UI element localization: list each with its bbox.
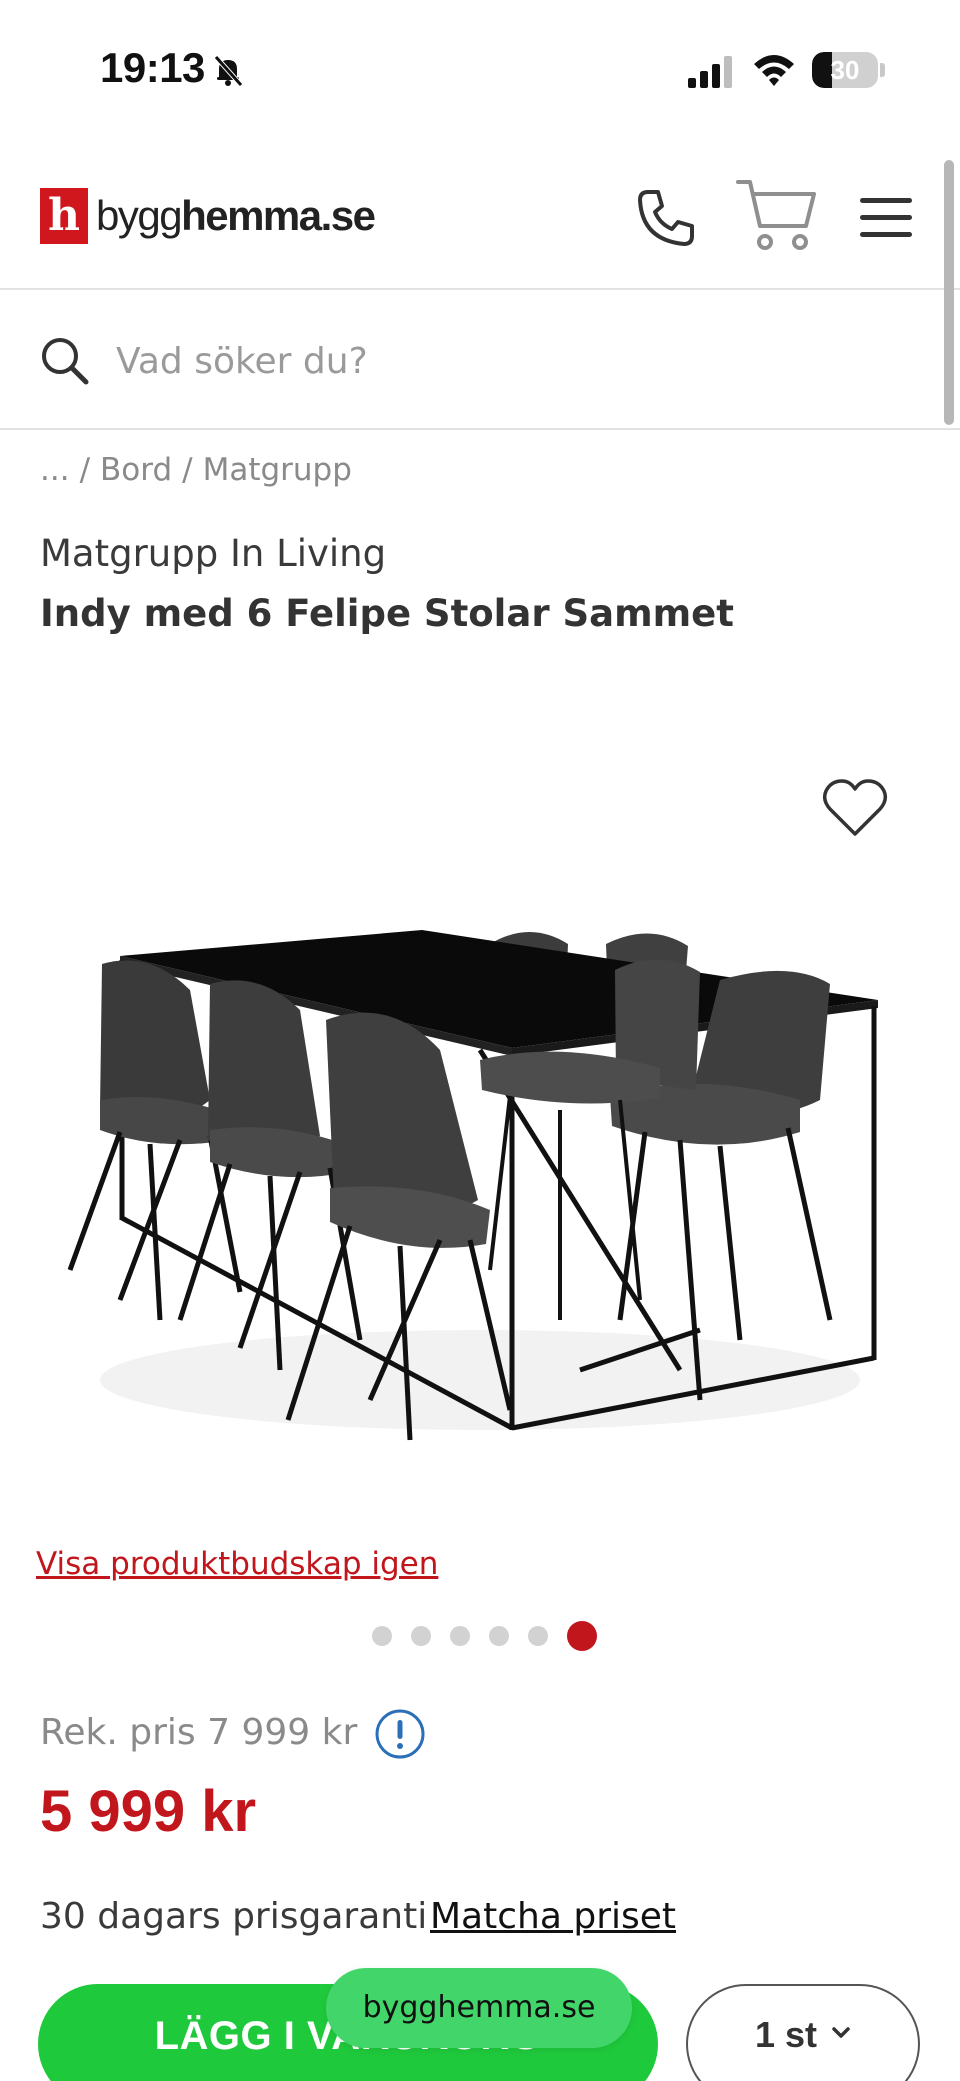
carousel-dot[interactable]: [372, 1626, 392, 1646]
match-price-link[interactable]: Matcha priset: [430, 1896, 676, 1937]
recommended-price: Rek. pris 7 999 kr: [40, 1712, 358, 1753]
breadcrumb-ellipsis[interactable]: ...: [40, 452, 70, 488]
logo-text-suffix: .se: [320, 192, 376, 239]
carousel-dot[interactable]: [411, 1626, 431, 1646]
quantity-value: 1 st: [754, 2014, 818, 2055]
breadcrumb-separator: /: [182, 452, 193, 488]
heart-icon[interactable]: [822, 778, 888, 838]
site-toast: bygghemma.se: [326, 1968, 632, 2048]
logo-text-light: bygg: [96, 192, 183, 239]
carousel-dot[interactable]: [450, 1626, 470, 1646]
image-carousel-dots: [372, 1620, 597, 1652]
breadcrumb-item-matgrupp[interactable]: Matgrupp: [203, 452, 352, 488]
search-icon: [42, 338, 89, 385]
battery-percent: 30: [830, 55, 860, 85]
breadcrumb: ... / Bord / Matgrupp: [40, 452, 352, 488]
logo-mark: h: [40, 188, 88, 244]
battery-icon: 30: [812, 52, 878, 88]
logo-text: bygghemma.se: [96, 192, 376, 240]
search-input[interactable]: [116, 322, 916, 400]
menu-icon[interactable]: [858, 194, 914, 242]
site-header: h bygghemma.se: [0, 150, 960, 290]
price-guarantee: 30 dagars prisgaranti: [40, 1896, 428, 1937]
wifi-icon: [754, 55, 794, 86]
carousel-dot[interactable]: [489, 1626, 509, 1646]
battery-nub: [880, 63, 885, 77]
quantity-select[interactable]: 1 st: [686, 1984, 920, 2081]
search-bar: [0, 292, 960, 430]
carousel-dot[interactable]: [567, 1621, 597, 1651]
breadcrumb-separator: /: [79, 452, 91, 488]
phone-icon[interactable]: [634, 186, 698, 250]
status-time: 19:13: [100, 44, 205, 91]
product-price: 5 999 kr: [40, 1779, 257, 1844]
product-brand: Matgrupp In Living: [40, 532, 387, 575]
breadcrumb-item-bord[interactable]: Bord: [100, 452, 172, 488]
cart-icon[interactable]: [736, 176, 818, 254]
chevron-down-icon: [832, 2027, 850, 2038]
carousel-dot[interactable]: [528, 1626, 548, 1646]
info-icon[interactable]: [374, 1708, 426, 1760]
product-title: Indy med 6 Felipe Stolar Sammet: [40, 592, 734, 635]
logo-text-bold: hemma: [181, 192, 322, 239]
site-logo[interactable]: h bygghemma.se: [40, 186, 376, 246]
reshow-product-messages-link[interactable]: Visa produktbudskap igen: [36, 1546, 438, 1582]
bell-slash-icon: [214, 55, 243, 87]
product-image[interactable]: [60, 900, 900, 1460]
status-bar: 19:13 30: [0, 0, 960, 140]
signal-icon: [688, 56, 732, 88]
